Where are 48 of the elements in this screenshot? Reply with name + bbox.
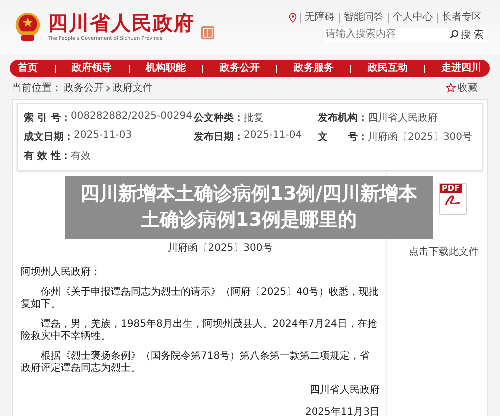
nav-link[interactable]: 政府领导 bbox=[72, 62, 112, 74]
document-paragraph: 2025年11月3日 bbox=[304, 407, 380, 416]
document-paragraph: 谭磊，男，羌族，1985年8月出生，阿坝州茂县人。2024年7月24日，在抢险救灾中不幸牺牲。 bbox=[21, 319, 378, 343]
header-link[interactable]: 长者专区 bbox=[437, 12, 486, 22]
field-label: 发布机构： bbox=[318, 112, 368, 125]
field-value: 008282882/2025-00294 bbox=[70, 111, 192, 124]
site-title[interactable]: 四川省人民政府 bbox=[48, 12, 195, 34]
seal-icon bbox=[201, 26, 215, 40]
star-icon bbox=[446, 83, 456, 93]
document-paragraph: 你州《关于申报谭磊同志为烈士的请示》（阿府〔2025〕40号）收悉，现批复如下。 bbox=[21, 287, 380, 311]
field-value: 2025-11-03 bbox=[74, 130, 132, 143]
field-label: 索 引 号： bbox=[24, 112, 71, 125]
nav-link[interactable]: 首页 bbox=[18, 62, 38, 74]
field-label: 发布日期： bbox=[194, 130, 244, 144]
search-button[interactable]: 搜 索 bbox=[448, 28, 486, 42]
nav-link[interactable]: 走进四川 bbox=[442, 62, 482, 74]
field-label: 成文日期： bbox=[24, 130, 74, 144]
nav-link[interactable]: 政务服务 bbox=[294, 62, 334, 74]
document-paragraph: 四川省人民政府 bbox=[309, 385, 380, 397]
header-link[interactable]: 无障碍 bbox=[300, 12, 339, 22]
field-label: 文 号： bbox=[318, 130, 368, 144]
chevron-icon bbox=[106, 84, 111, 92]
nav-link[interactable]: 机构职能 bbox=[146, 62, 186, 74]
header-link[interactable]: 智能问答 bbox=[339, 12, 388, 22]
favorite-button[interactable]: 收藏 bbox=[446, 81, 478, 95]
field-value: 四川省人民政府 bbox=[368, 112, 438, 125]
search-field[interactable]: 请输入搜索内容 搜 索 bbox=[324, 28, 486, 42]
header-link[interactable]: 个人中心 bbox=[388, 12, 437, 22]
breadcrumb-label: 当前位置： bbox=[12, 82, 62, 95]
document-paragraph: 根据《烈士褒扬条例》（国务院令第718号）第八条第一款第二项规定，省政府评定谭磊同志为烈士。 bbox=[21, 351, 372, 375]
download-link[interactable]: 点击下载此文件 bbox=[409, 245, 479, 259]
pdf-file-icon[interactable]: PDF bbox=[439, 183, 467, 215]
caption-banner: 四川新增本土确诊病例13例/四川新增本土确诊病例13例是哪里的 bbox=[65, 176, 433, 239]
document-paragraph: 阿坝州人民政府： bbox=[21, 267, 102, 279]
document-number: 川府函〔2025〕300号 bbox=[167, 243, 274, 255]
field-label: 公文种类： bbox=[194, 112, 244, 125]
nav-link[interactable]: 政民互动 bbox=[368, 62, 408, 74]
field-label: 有 效 性： bbox=[24, 150, 71, 163]
nav-link[interactable]: 政务公开 bbox=[220, 62, 260, 74]
field-value: 川府函〔2025〕300号 bbox=[368, 130, 473, 144]
field-value: 批复 bbox=[244, 112, 264, 125]
breadcrumb-link[interactable]: 政务公开 bbox=[64, 81, 104, 95]
field-value: 有效 bbox=[70, 150, 91, 163]
search-icon bbox=[450, 30, 459, 39]
emblem-icon bbox=[14, 11, 42, 43]
location-icon[interactable] bbox=[289, 12, 297, 22]
breadcrumb-link[interactable]: 政府文件 bbox=[113, 81, 153, 95]
field-value: 2025-11-04 bbox=[244, 130, 302, 143]
